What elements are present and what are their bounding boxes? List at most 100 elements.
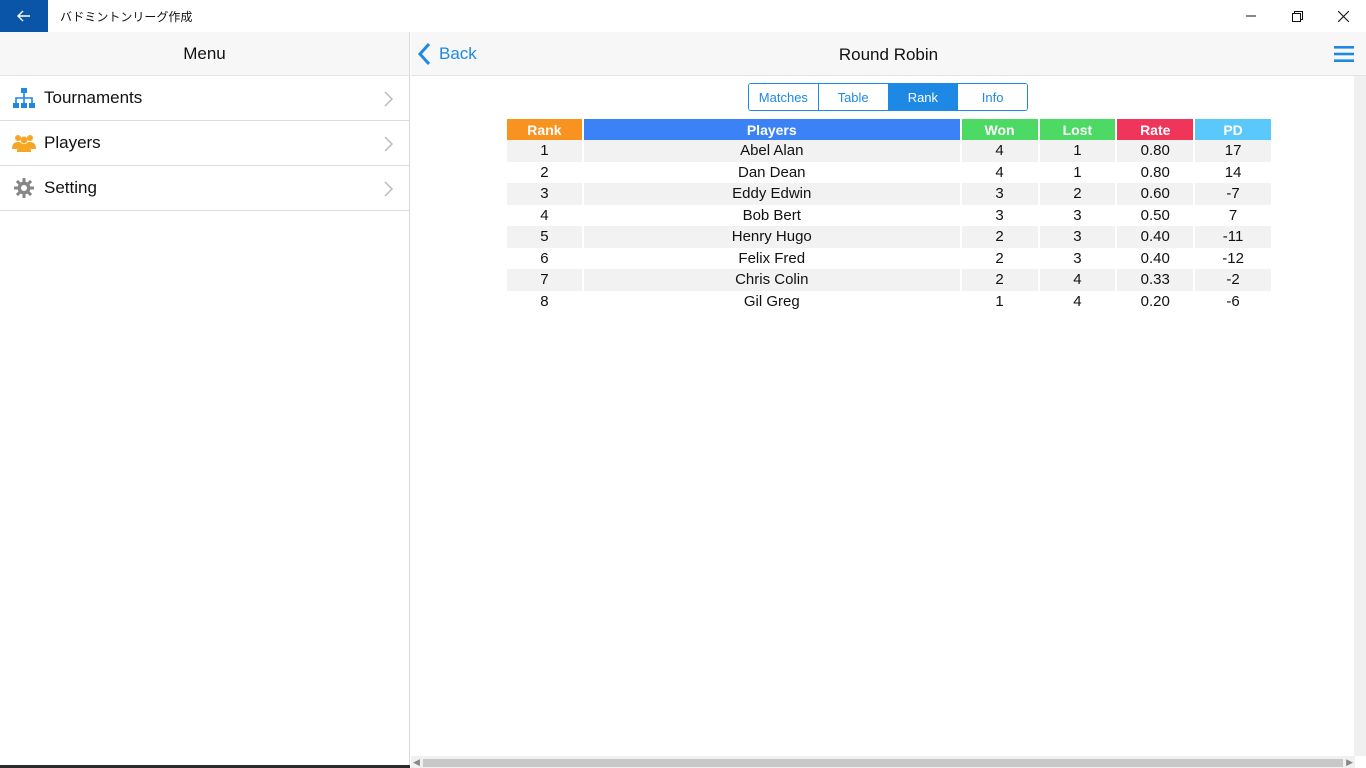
gear-icon (14, 178, 34, 198)
rank-cell: 7 (507, 269, 582, 291)
rank-cell: 3 (507, 183, 582, 205)
window-title: バドミントンリーグ作成 (60, 10, 193, 24)
tab-info[interactable]: Info (958, 84, 1027, 110)
player-cell: Dan Dean (583, 161, 960, 183)
lost-cell: 2 (1039, 183, 1116, 205)
sidebar: Menu Tournaments Players Setting (0, 32, 410, 768)
table-row: 5 Henry Hugo 2 3 0.40 -11 (507, 226, 1271, 248)
tab-table[interactable]: Table (818, 84, 889, 110)
won-cell: 3 (961, 204, 1038, 226)
rank-cell: 4 (507, 204, 582, 226)
vertical-scrollbar[interactable] (1354, 76, 1366, 756)
rank-cell: 8 (507, 290, 582, 312)
pd-cell: -2 (1195, 269, 1271, 291)
column-header-pd: PD (1195, 119, 1271, 140)
rank-cell: 2 (507, 161, 582, 183)
pd-cell: 14 (1195, 161, 1271, 183)
pd-cell: -12 (1195, 247, 1271, 269)
tab-rank[interactable]: Rank (888, 84, 959, 110)
rate-cell: 0.80 (1117, 140, 1194, 162)
restore-button[interactable] (1274, 0, 1320, 32)
chevron-right-icon (384, 181, 394, 197)
column-header-won: Won (961, 119, 1038, 140)
pd-cell: 7 (1195, 204, 1271, 226)
rank-cell: 1 (507, 140, 582, 162)
sidebar-title: Menu (183, 43, 226, 63)
pd-cell: -6 (1195, 290, 1271, 312)
player-cell: Eddy Edwin (583, 183, 960, 205)
pd-cell: 17 (1195, 140, 1271, 162)
player-cell: Gil Greg (583, 290, 960, 312)
scroll-right-icon[interactable]: ▶ (1346, 757, 1353, 768)
player-cell: Bob Bert (583, 204, 960, 226)
rank-cell: 6 (507, 247, 582, 269)
rate-cell: 0.60 (1117, 183, 1194, 205)
player-cell: Henry Hugo (583, 226, 960, 248)
table-row: 2 Dan Dean 4 1 0.80 14 (507, 161, 1271, 183)
lost-cell: 3 (1039, 226, 1116, 248)
sidebar-item-setting[interactable]: Setting (0, 166, 409, 211)
arrow-left-icon (17, 10, 30, 22)
horizontal-scrollbar[interactable]: ◀ ▶ (411, 756, 1355, 768)
lost-cell: 3 (1039, 204, 1116, 226)
view-tabs: Matches Table Rank Info (748, 83, 1028, 111)
tab-matches[interactable]: Matches (749, 84, 819, 110)
lost-cell: 3 (1039, 247, 1116, 269)
won-cell: 4 (961, 140, 1038, 162)
pd-cell: -11 (1195, 226, 1271, 248)
title-bar: バドミントンリーグ作成 (0, 0, 1366, 32)
rank-table: Rank Players Won Lost Rate PD 1 Abel Ala… (505, 119, 1273, 312)
close-icon (1337, 10, 1349, 22)
lost-cell: 1 (1039, 161, 1116, 183)
window-back-button[interactable] (0, 0, 48, 32)
restore-icon (1291, 10, 1303, 22)
sidebar-item-label: Setting (44, 178, 97, 197)
rate-cell: 0.33 (1117, 269, 1194, 291)
column-header-rate: Rate (1117, 119, 1194, 140)
table-row: 6 Felix Fred 2 3 0.40 -12 (507, 247, 1271, 269)
lost-cell: 4 (1039, 269, 1116, 291)
sidebar-item-label: Players (44, 133, 101, 152)
rate-cell: 0.80 (1117, 161, 1194, 183)
scroll-thumb[interactable] (423, 759, 1343, 767)
won-cell: 2 (961, 247, 1038, 269)
player-cell: Chris Colin (583, 269, 960, 291)
rate-cell: 0.40 (1117, 247, 1194, 269)
lost-cell: 4 (1039, 290, 1116, 312)
column-header-players: Players (583, 119, 960, 140)
table-row: 4 Bob Bert 3 3 0.50 7 (507, 204, 1271, 226)
lost-cell: 1 (1039, 140, 1116, 162)
table-row: 7 Chris Colin 2 4 0.33 -2 (507, 269, 1271, 291)
chevron-right-icon (384, 136, 394, 152)
sidebar-item-players[interactable]: Players (0, 121, 409, 166)
won-cell: 2 (961, 269, 1038, 291)
close-button[interactable] (1320, 0, 1366, 32)
page-title: Round Robin (838, 45, 939, 64)
won-cell: 3 (961, 183, 1038, 205)
minimize-button[interactable] (1228, 0, 1274, 32)
rate-cell: 0.40 (1117, 226, 1194, 248)
sidebar-header: Menu (0, 32, 409, 76)
scroll-left-icon[interactable]: ◀ (413, 757, 420, 768)
table-header-row: Rank Players Won Lost Rate PD (507, 119, 1271, 140)
sidebar-item-label: Tournaments (44, 88, 143, 107)
tournament-tree-icon (13, 88, 35, 108)
rate-cell: 0.20 (1117, 290, 1194, 312)
rate-cell: 0.50 (1117, 204, 1194, 226)
rank-cell: 5 (507, 226, 582, 248)
column-header-rank: Rank (507, 119, 582, 140)
won-cell: 1 (961, 290, 1038, 312)
table-row: 3 Eddy Edwin 3 2 0.60 -7 (507, 183, 1271, 205)
sidebar-item-tournaments[interactable]: Tournaments (0, 76, 409, 121)
won-cell: 2 (961, 226, 1038, 248)
player-cell: Felix Fred (583, 247, 960, 269)
player-cell: Abel Alan (583, 140, 960, 162)
minimize-icon (1246, 15, 1256, 17)
main-content: Back Round Robin Matches Table Rank Info… (411, 32, 1366, 768)
table-row: 1 Abel Alan 4 1 0.80 17 (507, 140, 1271, 162)
won-cell: 4 (961, 161, 1038, 183)
chevron-right-icon (384, 91, 394, 107)
hamburger-icon[interactable] (1334, 45, 1354, 63)
content-header: Back Round Robin (411, 32, 1366, 76)
people-icon (12, 135, 36, 152)
